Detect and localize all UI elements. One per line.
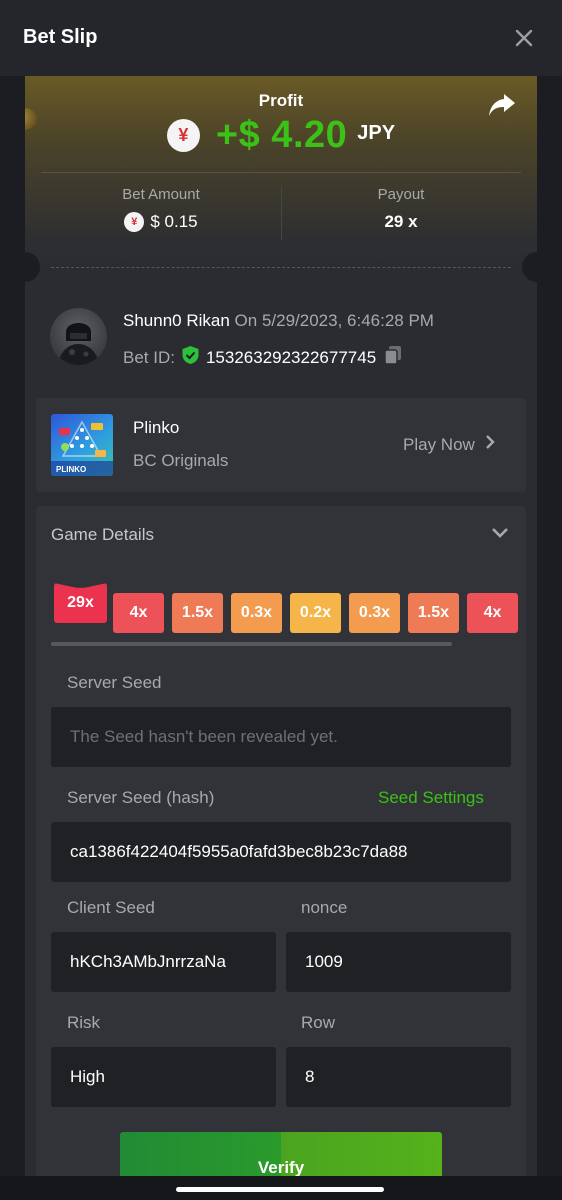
bet-slip-card: Profit ¥ +$ 4.20 JPY Bet Amount ¥ $ 0.15… xyxy=(25,76,537,1200)
payout-value: 29 x xyxy=(384,212,418,231)
close-icon[interactable] xyxy=(510,24,538,52)
verified-shield-icon xyxy=(181,345,200,370)
server-seed-label: Server Seed xyxy=(67,673,162,692)
row-field[interactable]: 8 xyxy=(286,1047,511,1107)
game-card[interactable]: PLINKO Plinko BC Originals Play Now xyxy=(36,398,526,492)
ticket-perforation xyxy=(51,267,511,268)
bet-amount-label: Bet Amount xyxy=(122,186,200,203)
bet-date: On 5/29/2023, 6:46:28 PM xyxy=(234,311,434,330)
multiplier-chip: 0.2x xyxy=(290,593,341,633)
bet-amount-value: $ 0.15 xyxy=(150,212,198,231)
username[interactable]: Shunn0 Rikan xyxy=(123,311,230,330)
chevron-right-icon xyxy=(485,434,495,455)
profit-amount: +$ 4.20 xyxy=(215,114,348,156)
profit-currency: JPY xyxy=(357,122,396,144)
bet-id-value: 153263292322677745 xyxy=(205,347,377,367)
share-icon[interactable] xyxy=(487,92,519,120)
risk-label: Risk xyxy=(67,1013,101,1032)
home-indicator[interactable] xyxy=(176,1187,384,1192)
chevron-down-icon[interactable] xyxy=(490,526,510,540)
payout-stat: Payout 29 x xyxy=(281,186,521,232)
multiplier-chip: 0.3x xyxy=(349,593,400,633)
play-now-button[interactable]: Play Now xyxy=(403,434,495,455)
header-bar: Bet Slip xyxy=(0,0,562,76)
server-seed-field: The Seed hasn't been revealed yet. xyxy=(51,707,511,767)
bet-id-row: Bet ID: 153263292322677745 xyxy=(123,344,404,371)
multiplier-row: 29x 4x 1.5x 0.3x 0.2x 0.3x 1.5x 4x xyxy=(54,583,526,635)
copy-icon[interactable] xyxy=(382,344,404,371)
profit-row: ¥ +$ 4.20 JPY xyxy=(25,114,537,157)
avatar[interactable] xyxy=(50,308,107,365)
nonce-field[interactable]: 1009 xyxy=(286,932,511,992)
server-seed-hash-label: Server Seed (hash) xyxy=(67,788,215,807)
multiplier-chip: 1.5x xyxy=(408,593,459,633)
user-line: Shunn0 Rikan On 5/29/2023, 6:46:28 PM xyxy=(123,311,434,331)
yen-coin-icon: ¥ xyxy=(166,119,200,152)
game-provider: BC Originals xyxy=(133,451,229,470)
bet-amount-stat: Bet Amount ¥ $ 0.15 xyxy=(41,186,281,232)
user-info: Shunn0 Rikan On 5/29/2023, 6:46:28 PM Be… xyxy=(50,308,510,368)
server-seed-hash-field[interactable]: ca1386f422404f5955a0fafd3bec8b23c7da88 xyxy=(51,822,511,882)
yen-coin-icon: ¥ xyxy=(124,212,145,232)
seed-settings-link[interactable]: Seed Settings xyxy=(378,788,484,808)
client-seed-label: Client Seed xyxy=(67,898,155,917)
play-now-label: Play Now xyxy=(403,434,475,454)
multiplier-chip: 1.5x xyxy=(172,593,223,633)
bet-id-label: Bet ID: xyxy=(123,347,175,367)
hero-divider xyxy=(41,172,521,173)
multiplier-chip: 4x xyxy=(467,593,518,633)
multiplier-chip: 4x xyxy=(113,593,164,633)
page-title: Bet Slip xyxy=(23,26,98,48)
multiplier-chip: 0.3x xyxy=(231,593,282,633)
nonce-label: nonce xyxy=(301,898,348,917)
game-name: Plinko xyxy=(133,418,180,437)
profit-section: Profit ¥ +$ 4.20 JPY Bet Amount ¥ $ 0.15… xyxy=(25,76,537,266)
game-details-panel: Game Details 29x 4x 1.5x 0.3x 0.2x 0.3x 1.5x 4x… xyxy=(36,506,526,1200)
client-seed-field[interactable]: hKCh3AMbJnrrzaNa xyxy=(51,932,276,992)
multiplier-chip: 29x xyxy=(54,583,107,623)
game-details-title: Game Details xyxy=(51,525,154,544)
row-label: Row xyxy=(301,1013,336,1032)
multiplier-scrollbar[interactable] xyxy=(51,642,452,646)
payout-label: Payout xyxy=(377,186,425,203)
bet-amount-value-row: ¥ $ 0.15 xyxy=(41,212,281,232)
plinko-thumbnail: PLINKO xyxy=(51,414,113,476)
risk-field[interactable]: High xyxy=(51,1047,276,1107)
profit-label: Profit xyxy=(258,91,304,110)
plinko-logo-text: PLINKO xyxy=(56,465,86,474)
